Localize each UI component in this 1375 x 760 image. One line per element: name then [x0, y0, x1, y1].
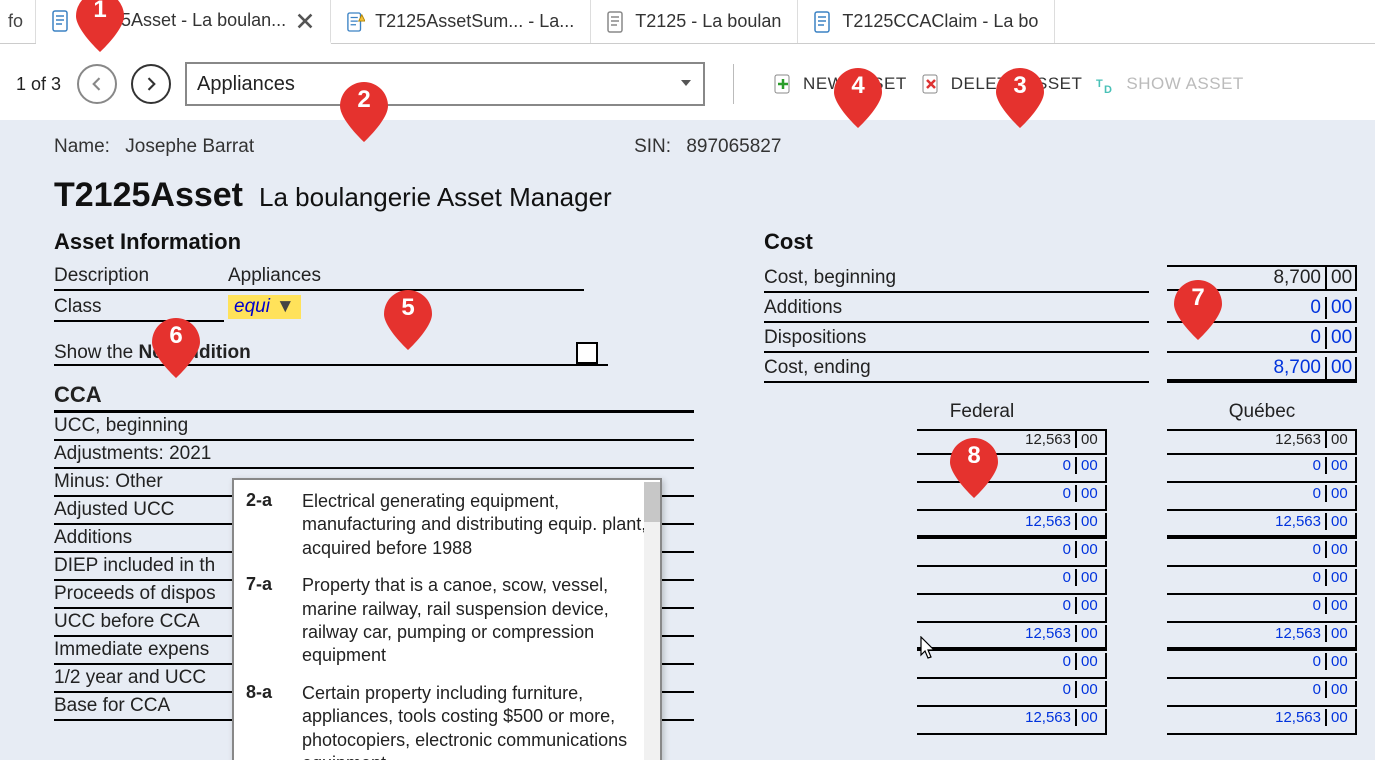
dropdown-item[interactable]: 8-aCertain property including furniture,… — [234, 678, 660, 760]
callout-badge-2: 2 — [338, 80, 390, 144]
plus-document-icon — [773, 73, 795, 95]
quebec-cell[interactable]: 000 — [1167, 569, 1357, 595]
checkbox[interactable] — [576, 342, 598, 364]
asset-select[interactable]: Appliances — [185, 62, 705, 106]
dropdown-item[interactable]: 2-aElectrical generating equipment, manu… — [234, 486, 660, 570]
federal-cell[interactable]: 12,56300 — [917, 625, 1107, 651]
chevron-down-icon: ▼ — [276, 296, 295, 318]
quebec-cell[interactable]: 000 — [1167, 457, 1357, 483]
scrollbar[interactable] — [644, 482, 660, 760]
tab-bar: fo T2125Asset - La boulan... T2125AssetS… — [0, 0, 1375, 44]
sin-value: 897065827 — [686, 136, 781, 157]
scrollbar-thumb[interactable] — [644, 482, 660, 522]
prev-button[interactable] — [77, 64, 117, 104]
toolbar: 1 of 3 Appliances NEW ASSET DELETE ASSET… — [0, 44, 1375, 120]
quebec-cell[interactable]: 12,56300 — [1167, 513, 1357, 539]
cost-add-label: Additions — [764, 297, 1149, 323]
document-icon — [607, 11, 625, 33]
cca-heading: CCA — [54, 380, 694, 413]
cost-grid: Cost, beginning 8,700 00 Additions 0 00 … — [764, 265, 1357, 383]
asset-select-value: Appliances — [197, 73, 295, 96]
cost-begin-label: Cost, beginning — [764, 267, 1149, 293]
document-icon — [814, 11, 832, 33]
class-input[interactable]: equi ▼ — [228, 295, 301, 319]
federal-cell[interactable]: 000 — [917, 597, 1107, 623]
callout-badge-1: 1 — [74, 0, 126, 54]
close-icon[interactable] — [296, 12, 314, 30]
sin-label: SIN: — [634, 136, 671, 157]
chevron-down-icon — [679, 73, 693, 96]
federal-cell[interactable]: 12,56300 — [917, 429, 1107, 455]
record-counter: 1 of 3 — [16, 74, 61, 95]
tab-t2125assetsum[interactable]: T2125AssetSum... - La... — [331, 0, 591, 43]
class-dropdown[interactable]: 2-aElectrical generating equipment, manu… — [232, 478, 662, 760]
cost-disp-label: Dispositions — [764, 327, 1149, 353]
quebec-cell[interactable]: 12,56300 — [1167, 709, 1357, 735]
name-value: Josephe Barrat — [125, 136, 254, 157]
page-title: T2125Asset La boulangerie Asset Manager — [54, 176, 1357, 215]
federal-header: Federal — [887, 401, 1077, 423]
toolbar-divider — [733, 64, 753, 104]
federal-cell[interactable]: 12,56300 — [917, 709, 1107, 735]
tab-t2125ccaclaim[interactable]: T2125CCAClaim - La bo — [798, 0, 1055, 43]
svg-text:T: T — [1096, 78, 1103, 90]
dropdown-item[interactable]: 7-aProperty that is a canoe, scow, vesse… — [234, 570, 660, 678]
federal-cell[interactable]: 000 — [917, 457, 1107, 483]
callout-badge-5: 5 — [382, 288, 434, 352]
tab-t2125[interactable]: T2125 - La boulan — [591, 0, 798, 43]
cost-heading: Cost — [764, 229, 1357, 255]
quebec-cell[interactable]: 000 — [1167, 681, 1357, 707]
quebec-cell[interactable]: 000 — [1167, 597, 1357, 623]
callout-badge-3: 3 — [994, 66, 1046, 130]
cca-row: UCC, beginning — [54, 413, 694, 441]
asset-info-heading: Asset Information — [54, 229, 694, 255]
show-net-addition: Show the Net Addition — [54, 342, 608, 366]
description-field: Description Appliances — [54, 265, 694, 291]
tab-label: T2125AssetSum... - La... — [375, 11, 574, 32]
federal-cell[interactable]: 12,56300 — [917, 513, 1107, 539]
fed-quebec-grid: 12,5630012,5630000000000000012,5630012,5… — [764, 429, 1357, 735]
callout-badge-4: 4 — [832, 66, 884, 130]
tab-label: T2125 - La boulan — [635, 11, 781, 32]
show-asset-button[interactable]: TD SHOW ASSET — [1096, 73, 1243, 95]
cca-row: Adjustments: 2021 — [54, 441, 694, 469]
quebec-header: Québec — [1167, 401, 1357, 423]
federal-cell[interactable]: 000 — [917, 653, 1107, 679]
document-icon — [52, 10, 70, 32]
callout-badge-8: 8 — [948, 436, 1000, 500]
delete-document-icon — [921, 73, 943, 95]
tab-label: T2125CCAClaim - La bo — [842, 11, 1038, 32]
quebec-cell[interactable]: 000 — [1167, 485, 1357, 511]
cost-end-label: Cost, ending — [764, 357, 1149, 383]
quebec-cell[interactable]: 12,56300 — [1167, 429, 1357, 455]
quebec-cell[interactable]: 000 — [1167, 653, 1357, 679]
federal-cell[interactable]: 000 — [917, 569, 1107, 595]
quebec-cell[interactable]: 12,56300 — [1167, 625, 1357, 651]
form-area: Name: Josephe Barrat SIN: 897065827 T212… — [0, 120, 1375, 760]
federal-cell[interactable]: 000 — [917, 485, 1107, 511]
fed-quebec-headers: Federal Québec — [764, 401, 1357, 423]
name-label: Name: — [54, 136, 110, 157]
svg-text:D: D — [1104, 84, 1112, 95]
cost-end-cell[interactable]: 8,700 00 — [1167, 357, 1357, 383]
callout-badge-6: 6 — [150, 316, 202, 380]
description-label: Description — [54, 265, 224, 291]
callout-badge-7: 7 — [1172, 278, 1224, 342]
quebec-cell[interactable]: 000 — [1167, 541, 1357, 567]
cursor-icon — [920, 636, 938, 666]
meta-row: Name: Josephe Barrat SIN: 897065827 — [54, 136, 1357, 158]
tab-partial[interactable]: fo — [0, 0, 36, 43]
document-warning-icon — [347, 11, 365, 33]
federal-cell[interactable]: 000 — [917, 541, 1107, 567]
show-asset-icon: TD — [1096, 73, 1118, 95]
federal-cell[interactable]: 000 — [917, 681, 1107, 707]
next-button[interactable] — [131, 64, 171, 104]
